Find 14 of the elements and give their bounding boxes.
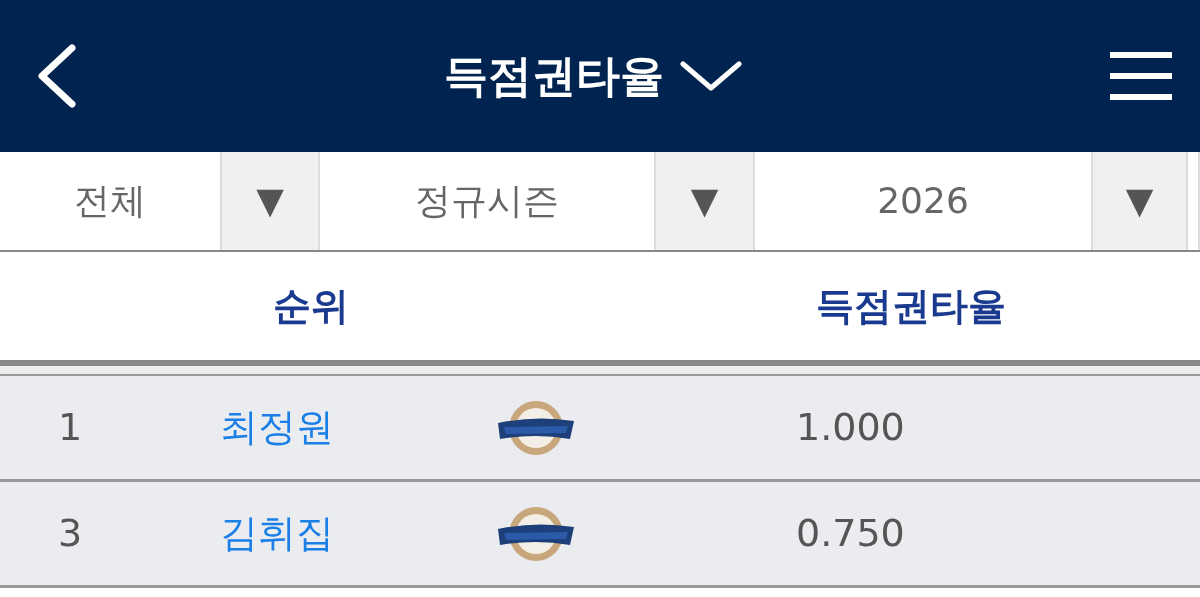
column-header: 득점권타율 [815,283,1006,328]
rank-cell: 1 [58,405,83,449]
back-icon[interactable] [36,44,76,108]
rank-cell: 3 [58,511,83,555]
stat-cell: 1.000 [796,405,905,449]
team-emblem-icon [496,505,576,564]
team-emblem-icon [496,399,576,458]
chevron-down-icon[interactable] [680,60,742,92]
player-name-link[interactable]: 최정원 [220,405,334,449]
player-name-link[interactable]: 김휘집 [220,511,334,555]
page-title: 득점권타율 [444,49,664,103]
menu-icon[interactable] [1110,52,1172,100]
stat-cell: 0.750 [796,511,905,555]
column-header: 순위 [272,283,349,328]
